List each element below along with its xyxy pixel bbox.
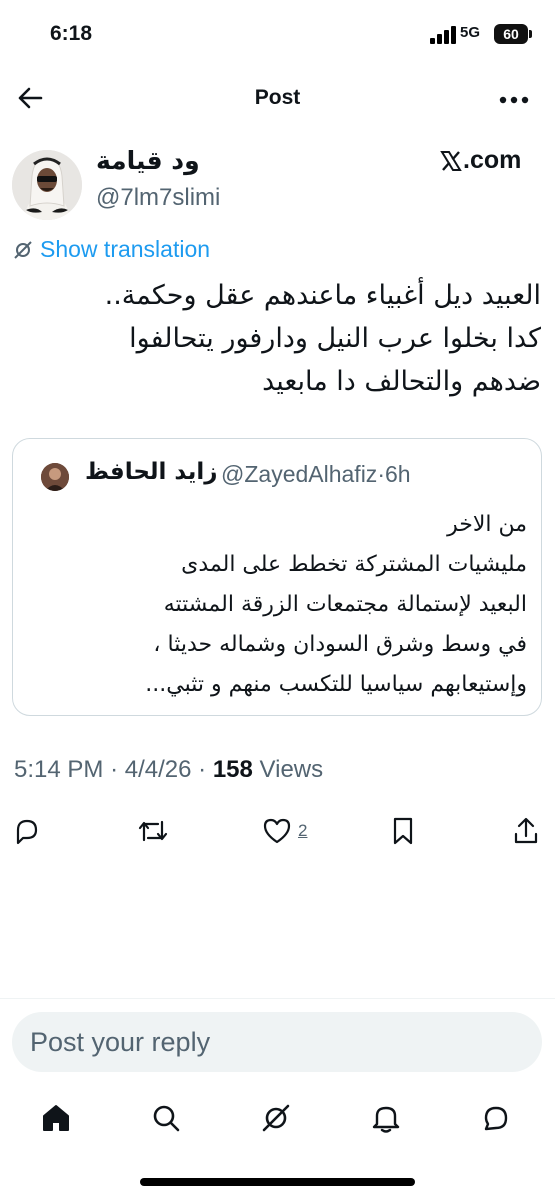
- share-icon: [514, 817, 538, 844]
- post-text-line: العبيد ديل أغبياء ماعندهم عقل وحكمة..: [104, 280, 541, 311]
- quoted-time: 6h: [384, 461, 411, 487]
- avatar-image: [12, 150, 82, 220]
- home-icon: [43, 1105, 69, 1131]
- quoted-avatar: [41, 463, 69, 491]
- nav-messages[interactable]: [476, 1098, 516, 1138]
- post-text-line: ضدهم والتحالف دا مابعيد: [262, 366, 541, 397]
- quoted-post-header: زايد الحافظ @ZayedAlhafiz·6h: [13, 459, 541, 493]
- bookmark-button[interactable]: [390, 814, 416, 848]
- share-button[interactable]: [512, 814, 540, 848]
- post-date: 4/4/26: [124, 756, 192, 783]
- meta-separator: ·: [377, 461, 385, 487]
- like-icon: [263, 818, 291, 844]
- quoted-text-line: في وسط وشرق السودان وشماله حديثا ،: [153, 632, 527, 657]
- post-timestamp: 5:14 PM · 4/4/26 · 158 Views: [14, 756, 323, 784]
- repost-button[interactable]: [136, 814, 170, 848]
- header: Post: [0, 72, 555, 126]
- views-label: Views: [259, 756, 324, 783]
- status-time: 6:18: [50, 22, 93, 45]
- repost-icon: [138, 820, 168, 842]
- nav-search[interactable]: [146, 1098, 186, 1138]
- views-count[interactable]: 158: [213, 756, 253, 783]
- notifications-icon: [372, 1106, 400, 1133]
- network-label: 5G: [460, 24, 481, 41]
- battery-icon: 60: [494, 24, 528, 44]
- reply-button[interactable]: [12, 814, 42, 848]
- signal-icon: [430, 26, 456, 44]
- search-icon: [153, 1105, 180, 1132]
- show-translation-button[interactable]: Show translation: [12, 236, 210, 263]
- post-actions: 2: [0, 812, 555, 852]
- more-horizontal-icon: [499, 96, 529, 104]
- nav-home[interactable]: [36, 1098, 76, 1138]
- post-text: العبيد ديل أغبياء ماعندهم عقل وحكمة.. كد…: [11, 274, 541, 403]
- bookmark-icon: [393, 817, 413, 845]
- quoted-text-line: وإستيعابهم سياسيا للتكسب منهم و تثبي...: [145, 672, 527, 697]
- quoted-handle: @ZayedAlhafiz: [221, 461, 378, 487]
- status-bar: 6:18 5G 60: [0, 0, 555, 70]
- meta-separator: ·: [110, 756, 125, 783]
- page-title: Post: [254, 86, 301, 109]
- post-source[interactable]: .com: [440, 146, 521, 175]
- divider: [0, 998, 555, 999]
- translate-icon: [14, 240, 32, 259]
- author-display-name[interactable]: ود قيامة: [96, 146, 200, 175]
- quoted-display-name: زايد الحافظ: [85, 459, 218, 485]
- more-button[interactable]: [496, 82, 532, 118]
- show-translation-label: Show translation: [40, 236, 211, 262]
- quoted-meta: @ZayedAlhafiz·6h: [221, 461, 411, 488]
- avatar[interactable]: [12, 150, 82, 220]
- x-logo-icon: [440, 150, 462, 171]
- meta-separator: ·: [198, 756, 213, 783]
- reply-input[interactable]: [12, 1012, 542, 1072]
- author-handle[interactable]: @7lm7slimi: [96, 184, 220, 212]
- grok-icon: [262, 1104, 290, 1132]
- post-text-line: كدا بخلوا عرب النيل ودارفور يتحالفوا: [129, 323, 541, 354]
- bottom-nav: [0, 1092, 555, 1142]
- quoted-text-line: مليشيات المشتركة تخطط على المدى: [181, 552, 527, 577]
- nav-grok[interactable]: [256, 1098, 296, 1138]
- messages-icon: [484, 1106, 508, 1131]
- home-indicator: [140, 1178, 415, 1186]
- nav-notifications[interactable]: [366, 1098, 406, 1138]
- quoted-text-line: البعيد لإستمالة مجتمعات الزرقة المشتته: [163, 592, 527, 617]
- like-count: 2: [298, 821, 308, 840]
- quoted-text: من الاخر مليشيات المشتركة تخطط على المدى…: [27, 505, 527, 705]
- battery-tip: [529, 30, 532, 38]
- quoted-text-line: من الاخر: [447, 512, 527, 537]
- reply-icon: [16, 819, 38, 845]
- post-author: ود قيامة @7lm7slimi .com: [0, 142, 555, 222]
- source-label: .com: [463, 146, 522, 174]
- quoted-post[interactable]: زايد الحافظ @ZayedAlhafiz·6h من الاخر مل…: [12, 438, 542, 716]
- post-time: 5:14 PM: [14, 756, 104, 783]
- like-button[interactable]: 2: [262, 814, 307, 848]
